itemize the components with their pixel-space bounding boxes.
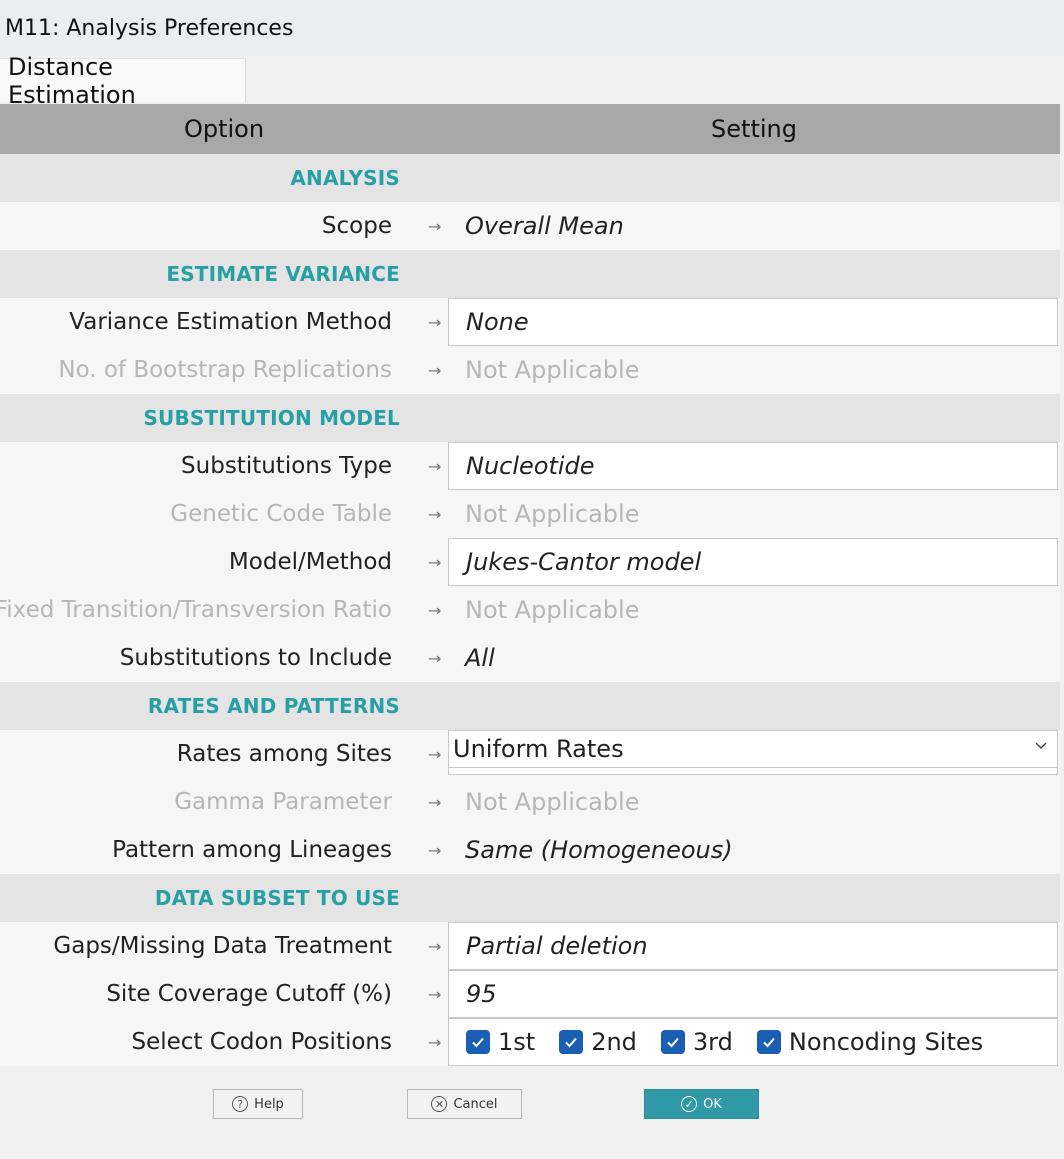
chevron-down-icon: [1035, 742, 1047, 749]
section-rates-and-patterns: RATES AND PATTERNS: [0, 682, 1060, 730]
row-ts-tv-ratio: Fixed Transition/Transversion Ratio → No…: [0, 586, 1060, 634]
substitutions-include-value[interactable]: All: [448, 634, 1058, 682]
gamma-value: Not Applicable: [465, 788, 640, 816]
section-title: DATA SUBSET TO USE: [154, 886, 400, 910]
row-label: Substitutions to Include: [119, 645, 392, 671]
option-column-header: Option: [183, 115, 265, 143]
checkbox-label: 1st: [498, 1028, 536, 1056]
section-title: SUBSTITUTION MODEL: [143, 406, 400, 430]
row-label: Gamma Parameter: [174, 789, 392, 815]
row-pattern-among-lineages[interactable]: Pattern among Lineages → Same (Homogeneo…: [0, 826, 1060, 874]
arrow-icon: →: [428, 984, 442, 1004]
scope-value[interactable]: Overall Mean: [448, 202, 1058, 250]
codon-positions-box: 1st 2nd 3rd Noncoding Sites: [448, 1018, 1058, 1066]
arrow-icon: →: [428, 360, 442, 380]
section-data-subset: DATA SUBSET TO USE: [0, 874, 1060, 922]
dropdown-selected-value: Uniform Rates: [453, 735, 624, 763]
tab-distance-estimation[interactable]: Distance Estimation: [0, 53, 246, 109]
row-scope[interactable]: Scope → Overall Mean: [0, 202, 1060, 250]
row-substitutions-type[interactable]: Substitutions Type → Nucleotide: [0, 442, 1060, 490]
model-method-value[interactable]: Jukes-Cantor model: [448, 538, 1058, 586]
section-substitution-model: SUBSTITUTION MODEL: [0, 394, 1060, 442]
help-icon: ?: [232, 1096, 249, 1112]
close-icon: ✕: [431, 1096, 448, 1112]
row-label: Rates among Sites: [176, 741, 392, 767]
arrow-icon: →: [428, 504, 442, 524]
row-label: Genetic Code Table: [170, 501, 392, 527]
window-title: M11: Analysis Preferences: [0, 0, 1064, 56]
genetic-code-value: Not Applicable: [465, 500, 640, 528]
arrow-icon: →: [428, 1032, 442, 1052]
row-label: Substitutions Type: [181, 453, 392, 479]
arrow-icon: →: [428, 552, 442, 572]
row-site-coverage-cutoff[interactable]: Site Coverage Cutoff (%) → 95: [0, 970, 1060, 1018]
row-variance-method[interactable]: Variance Estimation Method → None: [0, 298, 1060, 346]
setting-column-header: Setting: [711, 115, 797, 143]
pattern-value[interactable]: Same (Homogeneous): [448, 826, 1058, 874]
section-title: ANALYSIS: [290, 166, 400, 190]
arrow-icon: →: [428, 216, 442, 236]
checkbox-1st[interactable]: 1st: [466, 1028, 535, 1056]
gaps-value[interactable]: Partial deletion: [448, 922, 1058, 970]
row-label: Select Codon Positions: [131, 1029, 393, 1055]
rates-among-sites-dropdown[interactable]: Uniform Rates: [448, 730, 1058, 768]
help-label: Help: [254, 1096, 284, 1112]
checkmark-icon: [559, 1030, 584, 1054]
checkmark-icon: [466, 1030, 490, 1054]
row-label: Variance Estimation Method: [69, 309, 392, 335]
checkbox-noncoding-sites[interactable]: Noncoding Sites: [756, 1028, 984, 1056]
checkmark-icon: [756, 1030, 781, 1054]
ts-tv-value: Not Applicable: [465, 596, 640, 624]
section-title: ESTIMATE VARIANCE: [166, 262, 400, 286]
row-label: Fixed Transition/Transversion Ratio: [0, 597, 392, 623]
row-label: Site Coverage Cutoff (%): [106, 981, 392, 1007]
row-bootstrap-replications: No. of Bootstrap Replications → Not Appl…: [0, 346, 1060, 394]
bootstrap-value: Not Applicable: [465, 356, 640, 384]
checkbox-label: 3rd: [692, 1028, 733, 1056]
help-button[interactable]: ? Help: [213, 1089, 303, 1119]
tab-strip: Distance Estimation: [0, 53, 1064, 109]
arrow-icon: →: [428, 648, 442, 668]
ok-button[interactable]: ✓ OK: [644, 1089, 759, 1119]
checkmark-icon: ✓: [681, 1096, 698, 1112]
checkbox-2nd[interactable]: 2nd: [559, 1028, 637, 1056]
dropdown-underlay: [448, 768, 1058, 775]
row-label: No. of Bootstrap Replications: [58, 357, 392, 383]
arrow-icon: →: [428, 312, 442, 332]
section-title: RATES AND PATTERNS: [147, 694, 400, 718]
arrow-icon: →: [428, 792, 442, 812]
grid-header: Option Setting: [0, 104, 1060, 154]
row-label: Model/Method: [228, 549, 392, 575]
coverage-value[interactable]: 95: [448, 970, 1058, 1018]
checkbox-label: Noncoding Sites: [788, 1028, 984, 1056]
preferences-grid: Option Setting ANALYSIS Scope → Overall …: [0, 104, 1060, 1066]
analysis-preferences-window: M11: Analysis Preferences Distance Estim…: [0, 0, 1064, 1159]
variance-method-value[interactable]: None: [448, 298, 1058, 346]
checkbox-label: 2nd: [591, 1028, 637, 1056]
arrow-icon: →: [428, 600, 442, 620]
arrow-icon: →: [428, 744, 442, 764]
arrow-icon: →: [428, 840, 442, 860]
row-gamma-parameter: Gamma Parameter → Not Applicable: [0, 778, 1060, 826]
checkmark-icon: [660, 1030, 685, 1054]
row-substitutions-to-include[interactable]: Substitutions to Include → All: [0, 634, 1060, 682]
row-label: Scope: [321, 213, 392, 239]
row-gaps-missing-data[interactable]: Gaps/Missing Data Treatment → Partial de…: [0, 922, 1060, 970]
cancel-label: Cancel: [453, 1096, 498, 1112]
arrow-icon: →: [428, 456, 442, 476]
ok-label: OK: [703, 1096, 722, 1112]
row-label: Pattern among Lineages: [112, 837, 392, 863]
row-model-method[interactable]: Model/Method → Jukes-Cantor model: [0, 538, 1060, 586]
cancel-button[interactable]: ✕ Cancel: [407, 1089, 522, 1119]
section-estimate-variance: ESTIMATE VARIANCE: [0, 250, 1060, 298]
button-bar: ? Help ✕ Cancel ✓ OK: [0, 1080, 1064, 1159]
arrow-icon: →: [428, 936, 442, 956]
section-analysis: ANALYSIS: [0, 154, 1060, 202]
row-genetic-code-table: Genetic Code Table → Not Applicable: [0, 490, 1060, 538]
checkbox-3rd[interactable]: 3rd: [660, 1028, 733, 1056]
row-codon-positions: Select Codon Positions → 1st 2nd 3rd Non: [0, 1018, 1060, 1066]
row-rates-among-sites[interactable]: Rates among Sites → Uniform Rates: [0, 730, 1060, 778]
row-label: Gaps/Missing Data Treatment: [53, 933, 392, 959]
substitutions-type-value[interactable]: Nucleotide: [448, 442, 1058, 490]
